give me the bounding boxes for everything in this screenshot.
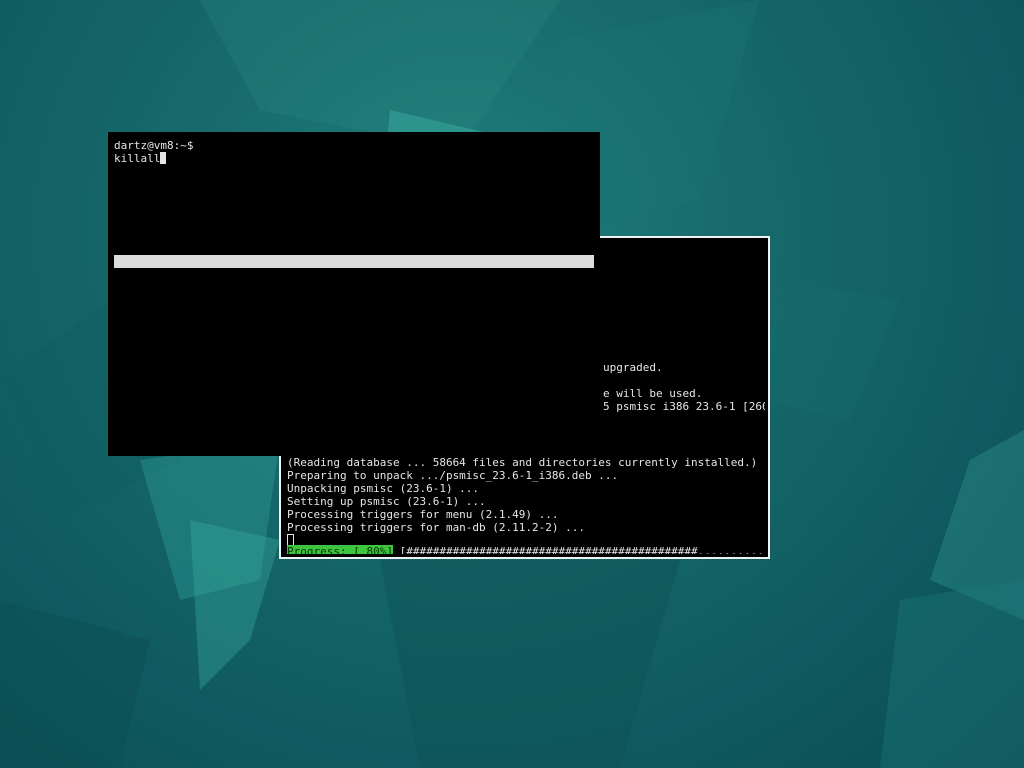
apt-partial-line: e will be used. [603, 387, 703, 400]
shell-terminal-output: dartz@vm8:~$ killall [114, 139, 193, 165]
apt-partial-line: 5 psmisc i386 23.6-1 [260 kB [603, 400, 765, 413]
apt-partial-line: upgraded. [603, 361, 663, 374]
terminal-cursor [160, 152, 167, 164]
apt-log: (Reading database ... 58664 files and di… [287, 456, 757, 547]
progress-label: Progress: [ 80%] [287, 545, 393, 554]
apt-log-line: Unpacking psmisc (23.6-1) ... [287, 482, 480, 495]
apt-log-line: Setting up psmisc (23.6-1) ... [287, 495, 486, 508]
apt-progress: Progress: [ 80%] [######################… [287, 545, 765, 554]
apt-log-line: (Reading database ... 58664 files and di… [287, 456, 758, 469]
shell-command-line[interactable]: killall [114, 152, 193, 165]
apt-log-line: Preparing to unpack .../psmisc_23.6-1_i3… [287, 469, 619, 482]
apt-log-line: Processing triggers for man-db (2.11.2-2… [287, 521, 586, 534]
shell-status-bar [114, 255, 594, 268]
apt-log-line: Processing triggers for menu (2.1.49) ..… [287, 508, 559, 521]
shell-terminal-window[interactable]: dartz@vm8:~$ killall [108, 132, 600, 456]
progress-bar: [#######################################… [399, 545, 765, 554]
shell-prompt: dartz@vm8:~$ [114, 139, 194, 152]
shell-command: killall [114, 152, 161, 165]
